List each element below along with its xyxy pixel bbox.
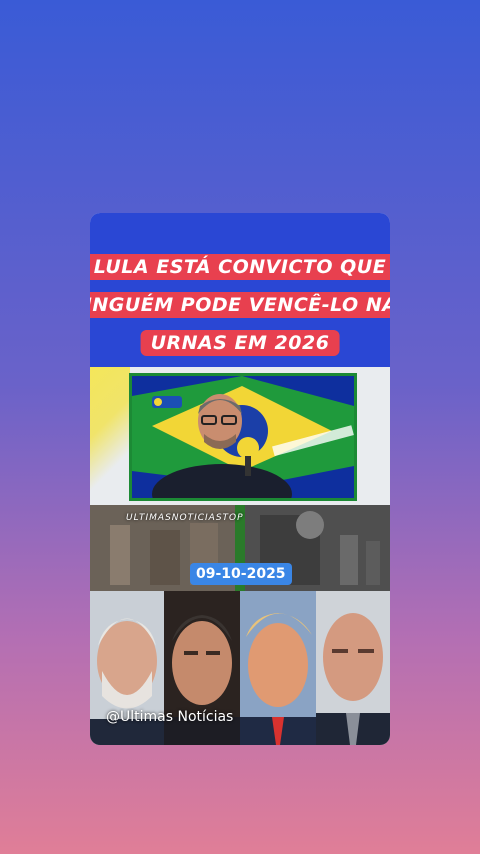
channel-label: ULTIMASNOTICIASTOP [126, 513, 244, 523]
portrait-4 [316, 591, 390, 745]
date-badge: 09-10-2025 [190, 563, 292, 585]
headline-area: LULA ESTÁ CONVICTO QUE NINGUÉM PODE VENC… [90, 213, 390, 367]
presenter-image [132, 376, 354, 498]
headline-line-2: NINGUÉM PODE VENCÊ-LO NAS [90, 292, 390, 318]
headline-line-1: LULA ESTÁ CONVICTO QUE [90, 254, 390, 280]
watermark: @Ultimas Notícias [106, 709, 234, 725]
video-frame[interactable] [129, 373, 357, 501]
video-post-card[interactable]: LULA ESTÁ CONVICTO QUE NINGUÉM PODE VENC… [90, 213, 390, 745]
decorative-stripe [90, 367, 130, 505]
portrait-3 [240, 591, 316, 745]
headline-line-3: URNAS EM 2026 [140, 330, 340, 356]
studio-scene [90, 367, 390, 505]
